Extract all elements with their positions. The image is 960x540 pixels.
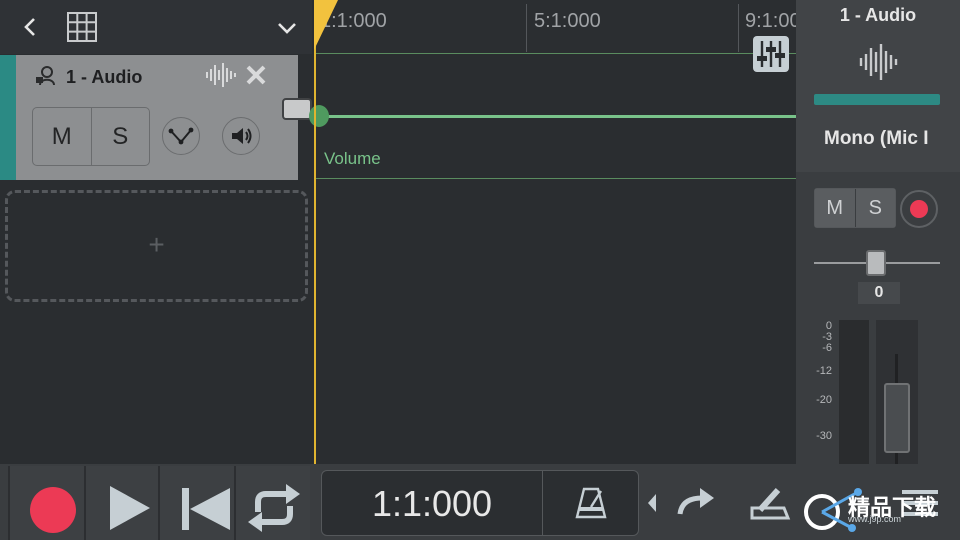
track-header[interactable]: 1 - Audio M S xyxy=(0,55,298,180)
pan-slider-knob[interactable] xyxy=(866,250,886,276)
waveform-icon[interactable] xyxy=(204,61,238,89)
track-color-strip xyxy=(0,55,16,180)
loop-button[interactable] xyxy=(234,466,310,540)
plus-icon: + xyxy=(148,229,165,260)
waveform-icon xyxy=(859,44,898,80)
channel-solo-button[interactable]: S xyxy=(854,189,895,227)
channel-strip: 1 - Audio Mono (Mic I M S 0 0 -3 -6 -12 … xyxy=(796,0,960,464)
scale-label: -12 xyxy=(816,365,832,377)
grid-icon[interactable] xyxy=(66,11,98,43)
record-icon xyxy=(30,487,76,533)
add-track-button[interactable]: + xyxy=(5,190,308,302)
chevron-down-icon[interactable] xyxy=(274,14,300,40)
divider xyxy=(542,471,543,535)
track-name[interactable]: 1 - Audio xyxy=(66,67,142,88)
loop-icon xyxy=(248,484,300,532)
channel-mute-button[interactable]: M xyxy=(815,189,855,227)
ruler-label: 9:1:000 xyxy=(745,10,796,32)
time-display[interactable]: 1:1:000 xyxy=(321,470,639,536)
watermark-url: www.j9p.com xyxy=(848,514,902,524)
mute-button[interactable]: M xyxy=(33,108,91,165)
volume-automation-line[interactable] xyxy=(316,115,796,118)
rewind-button[interactable] xyxy=(158,466,234,540)
edit-icon[interactable] xyxy=(748,484,792,524)
input-monitor-icon[interactable] xyxy=(34,63,58,87)
volume-fader-knob[interactable] xyxy=(884,383,910,453)
pan-value: 0 xyxy=(858,282,900,304)
play-icon xyxy=(110,486,150,530)
record-arm-button[interactable] xyxy=(900,190,938,228)
redo-icon[interactable] xyxy=(676,486,716,520)
automation-label: Volume xyxy=(324,149,381,168)
time-position: 1:1:000 xyxy=(371,483,493,524)
speaker-icon xyxy=(232,128,252,144)
level-meter xyxy=(839,320,869,464)
ruler-tick xyxy=(738,4,739,52)
channel-color-bar xyxy=(814,94,940,105)
scroll-left-icon[interactable] xyxy=(646,492,658,514)
scale-label: -30 xyxy=(816,430,832,442)
mixer-icon[interactable] xyxy=(753,36,789,72)
scale-label: -20 xyxy=(816,394,832,406)
automation-button[interactable] xyxy=(162,117,200,155)
mute-solo-group: M S xyxy=(32,107,150,166)
metronome-icon[interactable] xyxy=(574,485,608,519)
solo-button[interactable]: S xyxy=(90,108,150,165)
input-selector[interactable]: Mono (Mic I xyxy=(824,128,928,150)
track-resize-handle[interactable] xyxy=(282,98,312,120)
volume-button[interactable] xyxy=(222,117,260,155)
meter-scale: 0 -3 -6 -12 -20 -30 xyxy=(800,320,832,460)
close-icon[interactable] xyxy=(243,62,269,88)
automation-icon xyxy=(168,127,194,145)
chevron-left-icon[interactable] xyxy=(18,14,44,40)
scale-label: -6 xyxy=(822,342,832,354)
record-dot-icon xyxy=(910,200,928,218)
automation-point[interactable] xyxy=(309,105,329,127)
ruler-label: 5:1:000 xyxy=(534,10,601,32)
ruler-tick xyxy=(526,4,527,52)
playhead-marker[interactable] xyxy=(314,0,338,50)
channel-title: 1 - Audio xyxy=(839,5,917,25)
skip-back-icon xyxy=(182,488,230,530)
timeline-ruler[interactable]: 1:1:000 5:1:000 9:1:000 xyxy=(314,0,796,54)
channel-mute-solo: M S xyxy=(814,188,896,228)
header-bar xyxy=(0,0,312,54)
play-button[interactable] xyxy=(84,466,158,540)
playhead-line xyxy=(314,0,316,464)
